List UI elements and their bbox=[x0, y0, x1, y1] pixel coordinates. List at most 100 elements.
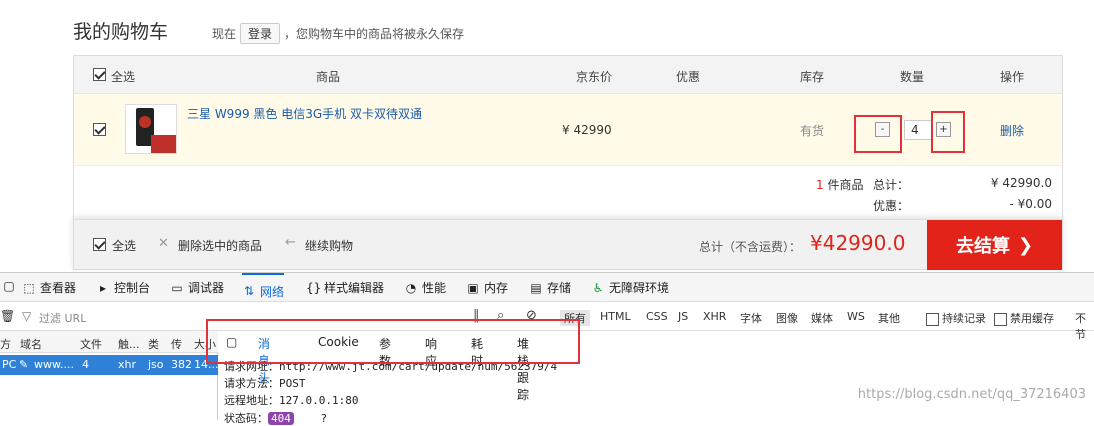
cart-summary: 1 件商品 总计： ¥ 42990.0 优惠： - ¥0.00 bbox=[74, 166, 1062, 221]
braces-icon: {} bbox=[306, 280, 322, 295]
filter-type-js[interactable]: JS bbox=[678, 310, 688, 323]
footer-total-value: ¥42990.0 bbox=[810, 231, 906, 255]
tab-debugger[interactable]: ▭ 调试器 bbox=[170, 279, 224, 296]
filter-type-ws[interactable]: WS bbox=[847, 310, 865, 323]
arrow-left-icon: ← bbox=[285, 235, 296, 250]
highlight-box-minus bbox=[854, 115, 902, 153]
storage-icon: ▤ bbox=[530, 280, 542, 295]
close-icon: ✕ bbox=[158, 236, 169, 251]
filter-type-css[interactable]: CSS bbox=[646, 310, 668, 323]
disable-cache-label: 禁用缓存 bbox=[1010, 312, 1054, 325]
trash-icon[interactable]: 🗑 bbox=[0, 309, 15, 323]
highlight-box-plus bbox=[931, 111, 965, 153]
summary-discount-label: 优惠： bbox=[873, 199, 910, 213]
product-image[interactable] bbox=[125, 104, 177, 154]
header-product: 商品 bbox=[316, 70, 341, 84]
login-button[interactable]: 登录 bbox=[240, 23, 281, 44]
filter-type-other[interactable]: 其他 bbox=[878, 310, 900, 326]
table-header: 全选 商品 京东价 优惠 库存 数量 操作 bbox=[74, 56, 1062, 94]
highlight-box-url bbox=[206, 319, 580, 364]
filter-icon: ▽ bbox=[22, 309, 32, 323]
filter-type-media[interactable]: 媒体 bbox=[811, 310, 833, 326]
request-row[interactable]: PC ✎ www.... 4 xhr jso 382 14... bbox=[0, 355, 219, 375]
summary-discount-value: - ¥0.00 bbox=[1009, 197, 1053, 211]
checkout-label: 去结算 bbox=[955, 236, 1010, 257]
remote-address-value: 127.0.0.1:80 bbox=[279, 394, 359, 407]
tab-style-editor[interactable]: {} 样式编辑器 bbox=[306, 279, 384, 296]
request-method-value: POST bbox=[279, 377, 306, 390]
summary-total-value: ¥ 42990.0 bbox=[990, 176, 1052, 190]
row-method: PC bbox=[2, 358, 17, 371]
debugger-icon: ▭ bbox=[171, 280, 183, 295]
tab-memory-label: 内存 bbox=[484, 281, 509, 295]
tab-console[interactable]: ▸ 控制台 bbox=[96, 279, 150, 296]
checkout-bar: 全选 ✕ 删除选中的商品 ← 继续购物 总计（不含运费）： ¥42990.0 去… bbox=[73, 219, 1063, 270]
memory-icon: ▣ bbox=[467, 280, 479, 295]
delete-selected-button[interactable]: 删除选中的商品 bbox=[178, 237, 262, 254]
accessibility-icon: ♿ bbox=[592, 280, 604, 295]
col-cause[interactable]: 触... bbox=[118, 336, 140, 352]
header-promo: 优惠 bbox=[676, 70, 701, 84]
tab-debugger-label: 调试器 bbox=[188, 281, 225, 295]
console-icon: ▸ bbox=[99, 280, 107, 295]
persist-log-checkbox[interactable] bbox=[926, 312, 939, 326]
col-type[interactable]: 类 bbox=[148, 336, 159, 352]
checkout-button[interactable]: 去结算 ❯ bbox=[927, 220, 1062, 270]
item-checkbox[interactable] bbox=[93, 122, 106, 136]
request-list: 方 域名 文件 触... 类 传 大小 PC ✎ www.... 4 xhr j… bbox=[0, 331, 219, 420]
lock-icon: ✎ bbox=[19, 358, 29, 371]
now-label: 现在 bbox=[212, 27, 237, 41]
watermark-text: https://blog.csdn.net/qq_37216403 bbox=[857, 387, 1086, 402]
persist-log-label: 持续记录 bbox=[942, 312, 986, 325]
col-transfer[interactable]: 传 bbox=[171, 336, 182, 352]
request-method-label: 请求方法： bbox=[224, 377, 279, 390]
chevron-right-icon: ❯ bbox=[1017, 234, 1034, 256]
box-picture bbox=[151, 135, 176, 153]
remote-address-label: 远程地址： bbox=[224, 394, 279, 407]
summary-total-label: 总计： bbox=[873, 178, 910, 192]
row-cause: xhr bbox=[118, 358, 137, 371]
footer-select-all-checkbox[interactable] bbox=[93, 237, 106, 251]
tab-inspector-label: 查看器 bbox=[40, 281, 77, 295]
tab-style-editor-label: 样式编辑器 bbox=[324, 281, 385, 295]
filter-type-xhr[interactable]: XHR bbox=[703, 310, 726, 323]
devtools-tabbar: ▢ ⬚ 查看器 ▸ 控制台 ▭ 调试器 ⇅ 网络 {} 样式编辑器 ◔ 性能 ▣ 内存 ▤ 存储… bbox=[0, 273, 1094, 302]
delete-link[interactable]: 删除 bbox=[1000, 122, 1024, 139]
tab-accessibility[interactable]: ♿ 无障碍环境 bbox=[591, 279, 669, 296]
header-stock: 库存 bbox=[800, 70, 825, 84]
filter-url-input[interactable]: 过滤 URL bbox=[39, 310, 86, 326]
product-name-link[interactable]: 三星 W999 黑色 电信3G手机 双卡双待双通 bbox=[187, 105, 422, 122]
col-method[interactable]: 方 bbox=[0, 336, 11, 352]
header-action: 操作 bbox=[1000, 70, 1025, 84]
tab-memory[interactable]: ▣ 内存 bbox=[466, 279, 508, 296]
quantity-input[interactable]: 4 bbox=[904, 120, 932, 140]
login-note: ，您购物车中的商品将被永久保存 bbox=[284, 27, 465, 41]
col-file[interactable]: 文件 bbox=[80, 336, 102, 352]
tab-network-label: 网络 bbox=[260, 284, 285, 299]
request-list-header: 方 域名 文件 触... 类 传 大小 bbox=[0, 331, 218, 353]
filter-type-image[interactable]: 图像 bbox=[776, 310, 798, 326]
filter-type-font[interactable]: 字体 bbox=[740, 310, 762, 326]
network-icon: ⇅ bbox=[243, 284, 255, 298]
tab-performance[interactable]: ◔ 性能 bbox=[404, 279, 446, 296]
table-row: 三星 W999 黑色 电信3G手机 双卡双待双通 ¥ 42990 有货 - 4 … bbox=[74, 94, 1062, 166]
disable-cache-checkbox[interactable] bbox=[994, 312, 1007, 326]
col-domain[interactable]: 域名 bbox=[20, 336, 42, 352]
tab-storage[interactable]: ▤ 存储 bbox=[529, 279, 571, 296]
tab-network[interactable]: ⇅ 网络 bbox=[242, 273, 285, 302]
row-type: jso bbox=[148, 358, 164, 371]
select-all-checkbox-header[interactable] bbox=[93, 67, 106, 81]
item-count: 1 件商品 bbox=[816, 176, 863, 193]
row-domain: www.... bbox=[34, 358, 74, 371]
continue-shopping-button[interactable]: 继续购物 bbox=[305, 237, 353, 254]
item-count-suffix: 件商品 bbox=[827, 178, 864, 192]
page-title: 我的购物车 bbox=[73, 21, 169, 43]
tab-accessibility-label: 无障碍环境 bbox=[609, 281, 670, 295]
cart-table: 全选 商品 京东价 优惠 库存 数量 操作 三星 W999 黑色 电信3G手机 … bbox=[73, 55, 1063, 220]
tab-inspector[interactable]: ⬚ 查看器 bbox=[22, 279, 76, 296]
request-details: ▢ 消息头 Cookie 参数 响应 耗时 堆栈跟踪 请求网址：http://w… bbox=[206, 319, 1094, 425]
inspector-icon-partial[interactable]: ▢ bbox=[2, 279, 16, 293]
filter-type-html[interactable]: HTML bbox=[600, 310, 631, 323]
remote-address-line: 远程地址：127.0.0.1:80 bbox=[224, 392, 358, 408]
inspector-icon: ⬚ bbox=[23, 280, 35, 295]
